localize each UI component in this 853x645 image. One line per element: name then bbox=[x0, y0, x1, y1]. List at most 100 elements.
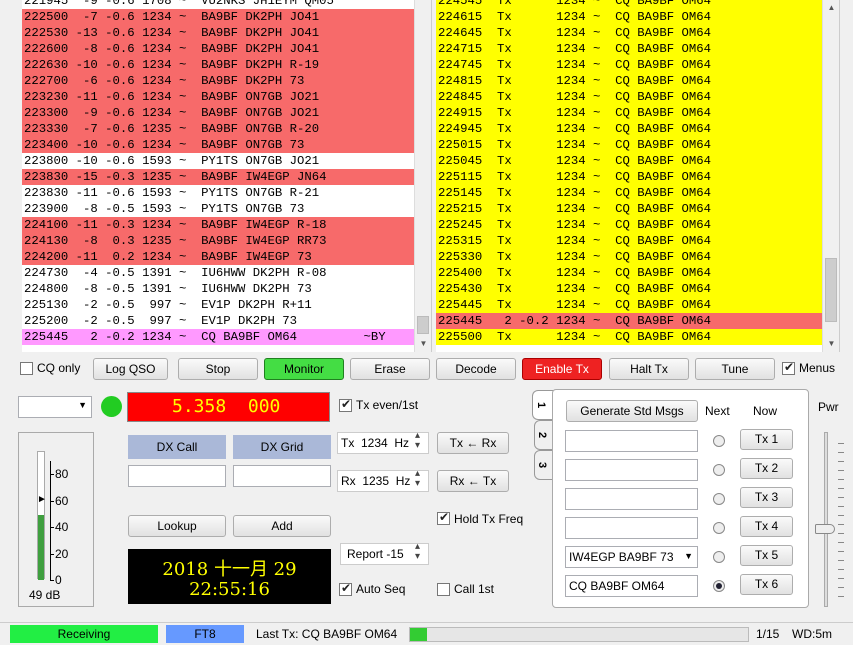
rx-freq-spinbox[interactable]: Rx 1235 Hz bbox=[337, 468, 429, 492]
stop-button[interactable]: Stop bbox=[178, 358, 258, 380]
tab-2[interactable]: 2 bbox=[534, 420, 553, 450]
band-select[interactable]: ▼ bbox=[18, 396, 92, 418]
decode-line[interactable]: 225130 -2 -0.5 997 ~ EV1P DK2PH R+11 bbox=[22, 297, 415, 313]
tx6-message-field[interactable]: CQ BA9BF OM64 bbox=[565, 575, 698, 597]
log-qso-button[interactable]: Log QSO bbox=[93, 358, 168, 380]
tx-from-rx-button[interactable]: Tx ← Rx bbox=[437, 432, 509, 454]
decode-line[interactable]: 222500 -7 -0.6 1234 ~ BA9BF DK2PH JO41 bbox=[22, 9, 415, 25]
tx3-now-button[interactable]: Tx 3 bbox=[740, 487, 793, 508]
scroll-down-icon[interactable]: ▼ bbox=[823, 336, 839, 352]
call-1st-checkbox[interactable] bbox=[437, 583, 450, 596]
tx-freq-spinbox[interactable]: Tx 1234 Hz bbox=[337, 430, 429, 454]
auto-seq-checkbox[interactable] bbox=[339, 581, 352, 596]
tx2-next-radio[interactable] bbox=[713, 464, 725, 476]
frequency-display[interactable]: 5.358 000 bbox=[127, 392, 330, 422]
decode-line[interactable]: 221945 -9 -0.6 1708 ~ VU2NKS JH1EYM QM05 bbox=[22, 0, 415, 9]
chevron-down-icon[interactable]: ▼ bbox=[684, 551, 693, 561]
decode-line[interactable]: 225430 Tx 1234 ~ CQ BA9BF OM64 bbox=[436, 281, 823, 297]
decode-line[interactable]: 224645 Tx 1234 ~ CQ BA9BF OM64 bbox=[436, 25, 823, 41]
decode-line[interactable]: 223830 -15 -0.3 1235 ~ BA9BF IW4EGP JN64 bbox=[22, 169, 415, 185]
power-slider-handle[interactable] bbox=[815, 524, 835, 534]
decode-line[interactable]: 223900 -8 -0.5 1593 ~ PY1TS ON7GB 73 bbox=[22, 201, 415, 217]
tx4-now-button[interactable]: Tx 4 bbox=[740, 516, 793, 537]
tx5-now-button[interactable]: Tx 5 bbox=[740, 545, 793, 566]
tx4-message-field[interactable] bbox=[565, 517, 698, 539]
decode-line[interactable]: 225445 Tx 1234 ~ CQ BA9BF OM64 bbox=[436, 297, 823, 313]
tx1-next-radio[interactable] bbox=[713, 435, 725, 447]
decode-line[interactable]: 224815 Tx 1234 ~ CQ BA9BF OM64 bbox=[436, 73, 823, 89]
decode-line[interactable]: 223300 -9 -0.6 1234 ~ BA9BF ON7GB JO21 bbox=[22, 105, 415, 121]
decode-line[interactable]: 224545 Tx 1234 ~ CQ BA9BF OM64 bbox=[436, 0, 823, 9]
scrollbar-thumb[interactable] bbox=[825, 258, 837, 322]
tx5-next-radio[interactable] bbox=[713, 551, 725, 563]
decode-line[interactable]: 223830 -11 -0.6 1593 ~ PY1TS ON7GB R-21 bbox=[22, 185, 415, 201]
tx3-next-radio[interactable] bbox=[713, 493, 725, 505]
decode-line[interactable]: 225045 Tx 1234 ~ CQ BA9BF OM64 bbox=[436, 153, 823, 169]
band-activity-scrollbar[interactable]: ▼ bbox=[414, 0, 431, 352]
decode-line[interactable]: 225245 Tx 1234 ~ CQ BA9BF OM64 bbox=[436, 217, 823, 233]
tx2-message-field[interactable] bbox=[565, 459, 698, 481]
monitor-button[interactable]: Monitor bbox=[264, 358, 344, 380]
tx2-now-button[interactable]: Tx 2 bbox=[740, 458, 793, 479]
decode-line[interactable]: 224615 Tx 1234 ~ CQ BA9BF OM64 bbox=[436, 9, 823, 25]
report-spinbox[interactable]: Report -15 bbox=[340, 541, 429, 565]
tx-even-checkbox[interactable] bbox=[339, 397, 352, 412]
decode-line[interactable]: 224130 -8 0.3 1235 ~ BA9BF IW4EGP RR73 bbox=[22, 233, 415, 249]
menus-checkbox[interactable] bbox=[782, 360, 795, 375]
decode-line[interactable]: 224915 Tx 1234 ~ CQ BA9BF OM64 bbox=[436, 105, 823, 121]
spinner-icon[interactable] bbox=[414, 541, 426, 564]
hold-tx-freq-checkbox[interactable] bbox=[437, 510, 450, 525]
scroll-down-icon[interactable]: ▼ bbox=[415, 336, 431, 352]
erase-button[interactable]: Erase bbox=[350, 358, 430, 380]
decode-line[interactable]: 225200 -2 -0.5 997 ~ EV1P DK2PH 73 bbox=[22, 313, 415, 329]
decode-line[interactable]: 224945 Tx 1234 ~ CQ BA9BF OM64 bbox=[436, 121, 823, 137]
decode-line[interactable]: 224800 -8 -0.5 1391 ~ IU6HWW DK2PH 73 bbox=[22, 281, 415, 297]
rx-from-tx-button[interactable]: Rx ← Tx bbox=[437, 470, 509, 492]
rx-frequency-scrollbar[interactable]: ▲ ▼ bbox=[822, 0, 839, 352]
decode-line[interactable]: 223400 -10 -0.6 1234 ~ BA9BF ON7GB 73 bbox=[22, 137, 415, 153]
decode-line[interactable]: 224845 Tx 1234 ~ CQ BA9BF OM64 bbox=[436, 89, 823, 105]
decode-line[interactable]: 224730 -4 -0.5 1391 ~ IU6HWW DK2PH R-08 bbox=[22, 265, 415, 281]
add-button[interactable]: Add bbox=[233, 515, 331, 537]
dx-call-input[interactable] bbox=[128, 465, 226, 487]
decode-line[interactable]: 225215 Tx 1234 ~ CQ BA9BF OM64 bbox=[436, 201, 823, 217]
decode-line[interactable]: 222600 -8 -0.6 1234 ~ BA9BF DK2PH JO41 bbox=[22, 41, 415, 57]
tune-button[interactable]: Tune bbox=[695, 358, 775, 380]
decode-line[interactable]: 222530 -13 -0.6 1234 ~ BA9BF DK2PH JO41 bbox=[22, 25, 415, 41]
decode-button[interactable]: Decode bbox=[436, 358, 516, 380]
band-activity-pane[interactable]: 221945 -9 -0.6 1708 ~ VU2NKS JH1EYM QM05… bbox=[22, 0, 432, 352]
tx6-next-radio[interactable] bbox=[713, 580, 725, 592]
tx6-now-button[interactable]: Tx 6 bbox=[740, 574, 793, 595]
decode-line[interactable]: 225445 2 -0.2 1234 ~ CQ BA9BF OM64 ~BY bbox=[22, 329, 415, 345]
decode-line[interactable]: 223800 -10 -0.6 1593 ~ PY1TS ON7GB JO21 bbox=[22, 153, 415, 169]
decode-line[interactable]: 225500 Tx 1234 ~ CQ BA9BF OM64 bbox=[436, 329, 823, 345]
tx1-now-button[interactable]: Tx 1 bbox=[740, 429, 793, 450]
tx4-next-radio[interactable] bbox=[713, 522, 725, 534]
decode-line[interactable]: 225015 Tx 1234 ~ CQ BA9BF OM64 bbox=[436, 137, 823, 153]
tx3-message-field[interactable] bbox=[565, 488, 698, 510]
dx-grid-input[interactable] bbox=[233, 465, 331, 487]
decode-line[interactable]: 225445 2 -0.2 1234 ~ CQ BA9BF OM64 bbox=[436, 313, 823, 329]
tx1-message-field[interactable] bbox=[565, 430, 698, 452]
tab-3[interactable]: 3 bbox=[534, 450, 553, 480]
spinner-icon[interactable] bbox=[414, 430, 426, 453]
tx5-message-field[interactable]: IW4EGP BA9BF 73 ▼ bbox=[565, 546, 698, 568]
spinner-icon[interactable] bbox=[414, 468, 426, 491]
decode-line[interactable]: 222700 -6 -0.6 1234 ~ BA9BF DK2PH 73 bbox=[22, 73, 415, 89]
generate-std-msgs-button[interactable]: Generate Std Msgs bbox=[566, 400, 698, 422]
tab-1[interactable]: 1 bbox=[532, 390, 553, 420]
lookup-button[interactable]: Lookup bbox=[128, 515, 226, 537]
decode-line[interactable]: 225145 Tx 1234 ~ CQ BA9BF OM64 bbox=[436, 185, 823, 201]
decode-line[interactable]: 224100 -11 -0.3 1234 ~ BA9BF IW4EGP R-18 bbox=[22, 217, 415, 233]
decode-line[interactable]: 225400 Tx 1234 ~ CQ BA9BF OM64 bbox=[436, 265, 823, 281]
decode-line[interactable]: 224200 -11 0.2 1234 ~ BA9BF IW4EGP 73 bbox=[22, 249, 415, 265]
power-slider-track[interactable] bbox=[824, 432, 828, 607]
decode-line[interactable]: 223230 -11 -0.6 1234 ~ BA9BF ON7GB JO21 bbox=[22, 89, 415, 105]
halt-tx-button[interactable]: Halt Tx bbox=[609, 358, 689, 380]
decode-line[interactable]: 223330 -7 -0.6 1235 ~ BA9BF ON7GB R-20 bbox=[22, 121, 415, 137]
decode-line[interactable]: 224745 Tx 1234 ~ CQ BA9BF OM64 bbox=[436, 57, 823, 73]
cq-only-checkbox[interactable] bbox=[20, 362, 33, 375]
scrollbar-thumb[interactable] bbox=[417, 316, 429, 334]
enable-tx-button[interactable]: Enable Tx bbox=[522, 358, 602, 380]
decode-line[interactable]: 225315 Tx 1234 ~ CQ BA9BF OM64 bbox=[436, 233, 823, 249]
